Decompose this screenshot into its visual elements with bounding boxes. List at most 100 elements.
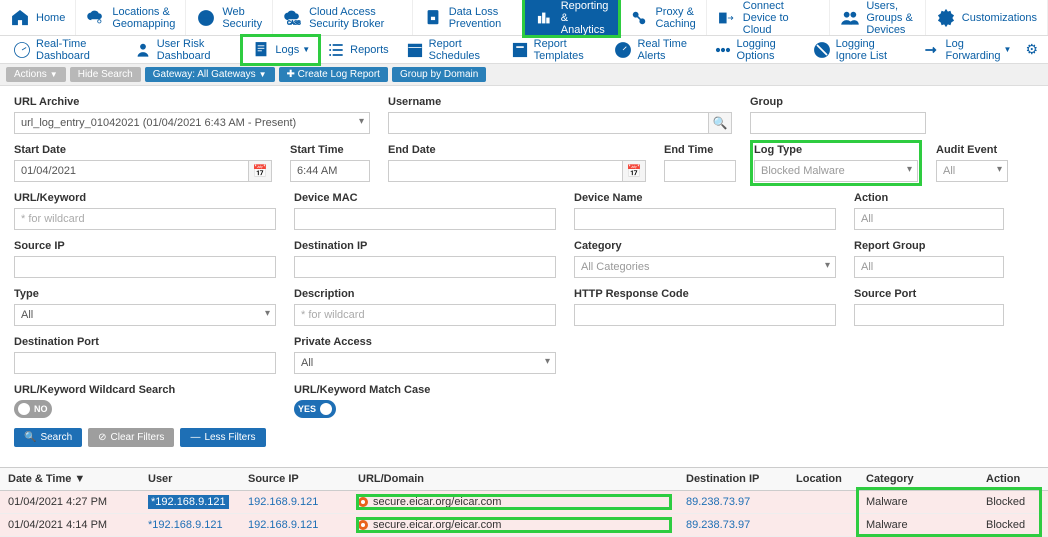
subnav-logs[interactable]: Logs ▼: [243, 37, 318, 63]
col-user[interactable]: User: [140, 468, 240, 491]
sub-nav: Real-Time DashboardUser Risk DashboardLo…: [0, 36, 1048, 64]
action-input[interactable]: [854, 208, 1004, 230]
cell-action: Blocked: [978, 491, 1048, 514]
cell-datetime: 01/04/2021 4:14 PM: [0, 514, 140, 537]
logtype-label: Log Type: [754, 144, 918, 156]
matchcase-toggle[interactable]: YES: [294, 400, 336, 418]
endtime-input[interactable]: [664, 160, 736, 182]
topnav-web-security[interactable]: Web Security: [186, 0, 273, 35]
username-label: Username: [388, 96, 732, 108]
destport-input[interactable]: [14, 352, 276, 374]
malware-icon: [358, 497, 368, 507]
sourceip-input[interactable]: [14, 256, 276, 278]
cell-user: *192.168.9.121: [140, 491, 240, 514]
startdate-label: Start Date: [14, 144, 272, 156]
topnav-customizations[interactable]: Customizations: [926, 0, 1048, 35]
username-input[interactable]: [388, 112, 709, 134]
col-location[interactable]: Location: [788, 468, 858, 491]
description-input[interactable]: [294, 304, 556, 326]
wildcard-toggle[interactable]: NO: [14, 400, 52, 418]
forward-icon: [922, 40, 942, 60]
action-label: Action: [854, 192, 1004, 204]
calendar-icon[interactable]: 📅: [622, 160, 646, 182]
startdate-input[interactable]: [14, 160, 249, 182]
calendar-icon: [405, 40, 425, 60]
category-select[interactable]: [574, 256, 836, 278]
less-filters-button[interactable]: — Less Filters: [180, 428, 265, 447]
caret-icon: ▼: [1004, 45, 1012, 54]
description-label: Description: [294, 288, 556, 300]
logtype-select[interactable]: [754, 160, 918, 182]
subnav-report-schedules[interactable]: Report Schedules: [397, 35, 502, 65]
group-label: Group: [750, 96, 926, 108]
urlarchive-select[interactable]: [14, 112, 370, 134]
subnav-reports[interactable]: Reports: [318, 37, 397, 63]
topnav-users-groups-devices[interactable]: Users, Groups &Devices: [830, 0, 925, 35]
casb-icon: CASB: [283, 8, 303, 28]
col-source-ip[interactable]: Source IP: [240, 468, 350, 491]
table-row[interactable]: 01/04/2021 4:14 PM*192.168.9.121192.168.…: [0, 514, 1048, 537]
ignore-icon: [812, 40, 832, 60]
subnav-logging-ignore-list[interactable]: Logging Ignore List: [804, 35, 914, 65]
subnav-real-time-alerts[interactable]: Real Time Alerts: [605, 35, 704, 65]
col-date-time[interactable]: Date & Time ▼: [0, 468, 140, 491]
enddate-input[interactable]: [388, 160, 623, 182]
devicename-input[interactable]: [574, 208, 836, 230]
enddate-label: End Date: [388, 144, 646, 156]
starttime-label: Start Time: [290, 144, 370, 156]
search-button[interactable]: 🔍 Search: [14, 428, 82, 447]
urlkeyword-input[interactable]: [14, 208, 276, 230]
toolbar-hide-search[interactable]: Hide Search: [70, 67, 141, 82]
toolbar-actions[interactable]: Actions▼: [6, 67, 66, 82]
subnav-report-templates[interactable]: Report Templates: [502, 35, 606, 65]
devicemac-input[interactable]: [294, 208, 556, 230]
destip-input[interactable]: [294, 256, 556, 278]
topnav-locations-geomapping[interactable]: Locations &Geomapping: [76, 0, 186, 35]
topnav-data-loss-prevention[interactable]: Data Loss Prevention: [413, 0, 525, 35]
subnav-user-risk-dashboard[interactable]: User Risk Dashboard: [125, 35, 244, 65]
type-select[interactable]: [14, 304, 276, 326]
toolbar-gateway-all-gateways[interactable]: Gateway: All Gateways▼: [145, 67, 275, 82]
category-label: Category: [574, 240, 836, 252]
auditevent-select[interactable]: [936, 160, 1008, 182]
topnav-proxy-caching[interactable]: Proxy &Caching: [619, 0, 706, 35]
httpresp-input[interactable]: [574, 304, 836, 326]
results-table: Date & Time ▼UserSource IPURL/DomainDest…: [0, 467, 1048, 537]
topnav-cloud-access-security-broker[interactable]: CASBCloud Access Security Broker: [273, 0, 413, 35]
starttime-input[interactable]: [290, 160, 370, 182]
connect-icon: [717, 8, 737, 28]
calendar-icon[interactable]: 📅: [248, 160, 272, 182]
endtime-label: End Time: [664, 144, 736, 156]
users-icon: [840, 8, 860, 28]
lock-doc-icon: [423, 8, 443, 28]
subnav-real-time-dashboard[interactable]: Real-Time Dashboard: [4, 35, 125, 65]
svg-text:CASB: CASB: [287, 20, 301, 26]
topnav-connect-device-to-cloud[interactable]: Connect Device to Cloud: [707, 0, 831, 35]
table-row[interactable]: 01/04/2021 4:27 PM*192.168.9.121192.168.…: [0, 491, 1048, 514]
topnav-reporting-analytics[interactable]: Reporting &Analytics: [525, 0, 620, 35]
cell-category: Malware: [858, 491, 978, 514]
toolbar-create-log-report[interactable]: ✚ Create Log Report: [279, 67, 388, 82]
topnav-home[interactable]: Home: [0, 0, 76, 35]
col-category[interactable]: Category: [858, 468, 978, 491]
userrisk-icon: [133, 40, 153, 60]
col-url-domain[interactable]: URL/Domain: [350, 468, 678, 491]
clear-filters-button[interactable]: ⊘ Clear Filters: [88, 428, 174, 447]
reportgroup-label: Report Group: [854, 240, 1004, 252]
group-input[interactable]: [750, 112, 926, 134]
cell-location: [788, 514, 858, 537]
subnav-log-forwarding[interactable]: Log Forwarding ▼: [914, 35, 1020, 65]
sourceport-input[interactable]: [854, 304, 1004, 326]
privateaccess-select[interactable]: [294, 352, 556, 374]
reportgroup-input[interactable]: [854, 256, 1004, 278]
list-icon: [326, 40, 346, 60]
subnav-logging-options[interactable]: Logging Options: [705, 35, 804, 65]
toolbar-group-by-domain[interactable]: Group by Domain: [392, 67, 486, 82]
username-search-icon[interactable]: 🔍: [708, 112, 732, 134]
globe-icon: [196, 8, 216, 28]
col-action[interactable]: Action: [978, 468, 1048, 491]
settings-gear-icon[interactable]: ⚙: [1019, 38, 1044, 61]
httpresp-label: HTTP Response Code: [574, 288, 836, 300]
col-destination-ip[interactable]: Destination IP: [678, 468, 788, 491]
destip-label: Destination IP: [294, 240, 556, 252]
